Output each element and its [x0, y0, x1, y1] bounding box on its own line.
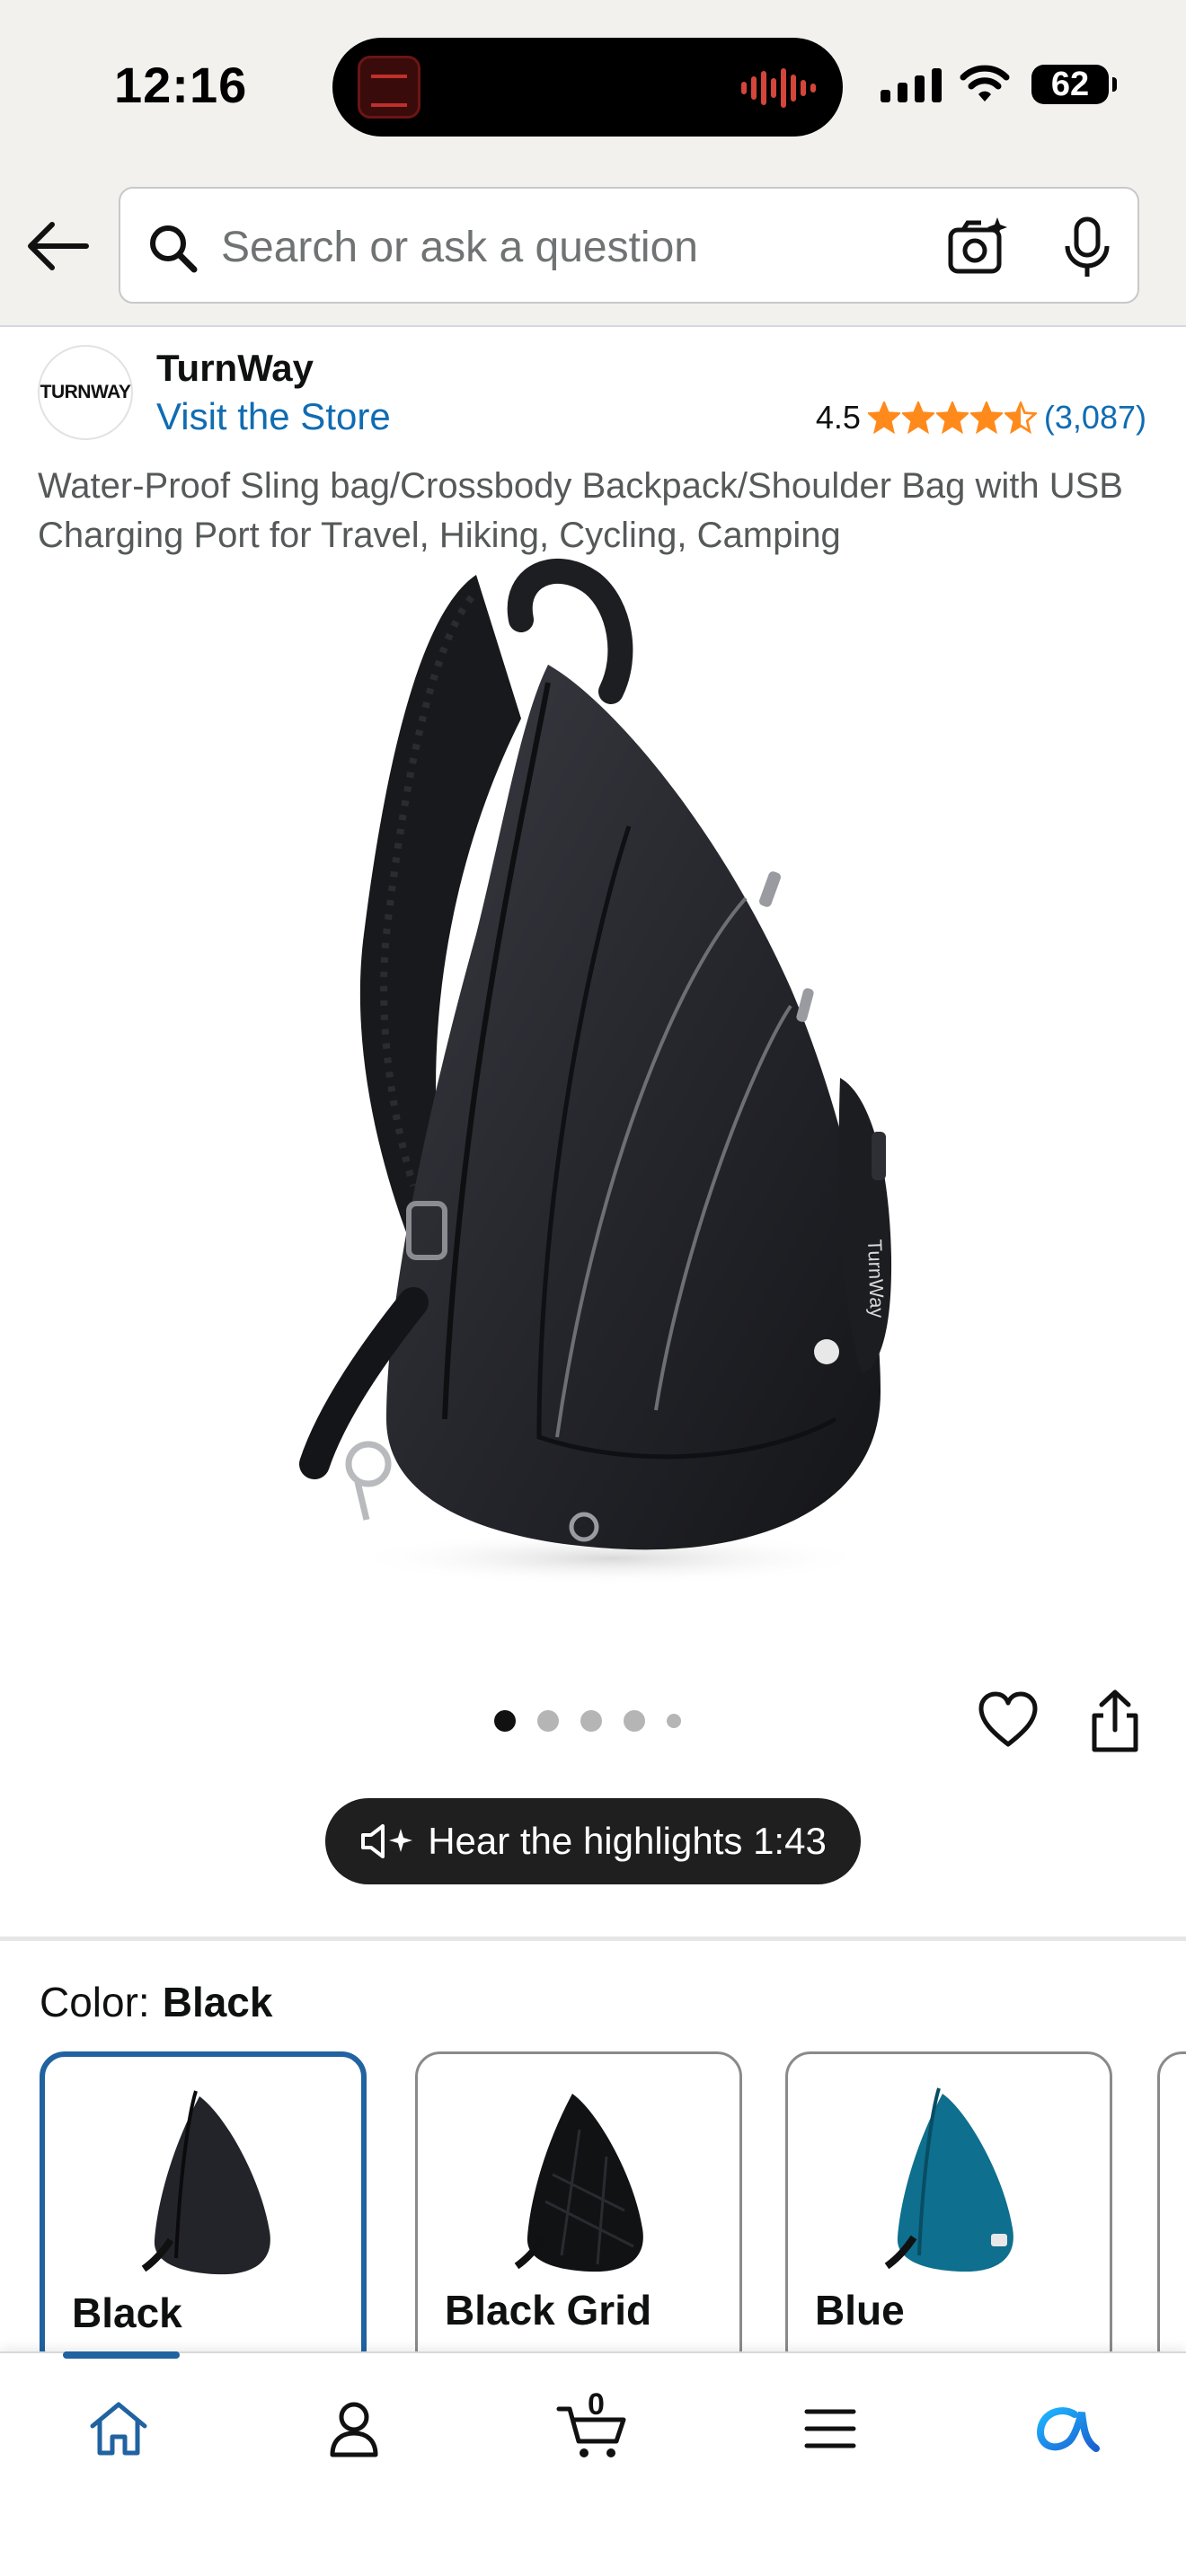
wifi-icon [960, 65, 1010, 101]
color-option-black-grid[interactable]: Black Grid [415, 2051, 742, 2375]
audio-waveform-icon [741, 68, 816, 108]
pager-dot[interactable] [580, 1710, 602, 1732]
hear-highlights-button[interactable]: Hear the highlights 1:43 [325, 1798, 861, 1884]
store-name: TurnWay [156, 347, 314, 389]
color-label-text: Color: [40, 1979, 150, 2025]
now-playing-artwork-icon [358, 56, 420, 119]
camera-search-icon[interactable] [945, 216, 1010, 280]
color-option-name: Blue [815, 2287, 905, 2333]
speaker-sparkle-icon [361, 1824, 413, 1858]
rufus-assistant-icon [1036, 2407, 1100, 2452]
account-icon [330, 2402, 378, 2457]
product-page: 12:16 62 Search or ask a question TURNWA… [0, 0, 1186, 2576]
cellular-signal-icon [881, 66, 942, 102]
pager-dot[interactable] [494, 1710, 516, 1732]
star-icon [969, 401, 1003, 434]
star-icon [901, 401, 934, 434]
product-image[interactable]: TurnWay [252, 557, 934, 1599]
heart-icon[interactable] [978, 1690, 1039, 1751]
share-icon[interactable] [1087, 1689, 1143, 1753]
star-icon [1004, 401, 1037, 434]
search-bar[interactable] [119, 187, 1139, 304]
color-label: Color: Black [40, 1978, 272, 2026]
pager-dot[interactable] [624, 1710, 645, 1732]
search-icon [150, 225, 198, 273]
rating-stars [867, 401, 1037, 434]
home-icon [90, 2402, 147, 2456]
menu-icon [804, 2409, 856, 2448]
rating-value: 4.5 [815, 399, 861, 436]
arrow-left-icon [28, 222, 89, 270]
color-option-black[interactable]: Black [40, 2051, 367, 2375]
pager-dot[interactable] [667, 1714, 681, 1728]
svg-text:TurnWay: TurnWay [863, 1239, 889, 1318]
nav-home[interactable] [63, 2351, 180, 2474]
microphone-icon[interactable] [1060, 216, 1114, 280]
nav-account[interactable] [309, 2384, 399, 2474]
product-title: Water-Proof Sling bag/Crossbody Backpack… [38, 466, 1123, 555]
active-tab-indicator [63, 2351, 180, 2359]
pager-dot[interactable] [537, 1710, 559, 1732]
store-logo[interactable]: TURNWAY [38, 345, 133, 440]
color-thumbnail [514, 2094, 643, 2272]
rating-summary[interactable]: 4.5 (3,087) [816, 399, 1146, 437]
star-icon [867, 401, 900, 434]
battery-icon: 62 [1031, 65, 1117, 104]
color-option-next[interactable] [1157, 2051, 1186, 2375]
nav-menu[interactable] [785, 2384, 875, 2474]
rating-count[interactable]: (3,087) [1044, 399, 1146, 437]
section-divider [0, 1936, 1186, 1941]
nav-rufus[interactable] [1022, 2384, 1112, 2474]
search-input[interactable] [221, 214, 1030, 280]
color-thumbnail [141, 2090, 270, 2275]
star-icon [935, 401, 969, 434]
hear-highlights-label: Hear the highlights 1:43 [428, 1820, 827, 1862]
top-bar: 12:16 62 [0, 0, 1186, 327]
visit-store-link[interactable]: Visit the Store [156, 395, 391, 438]
color-option-name: Black Grid [445, 2287, 652, 2333]
color-thumbnail [884, 2087, 1013, 2272]
color-option-name: Black [72, 2289, 182, 2336]
color-option-blue[interactable]: Blue [785, 2051, 1112, 2375]
selected-color: Black [162, 1979, 273, 2025]
image-pager[interactable] [494, 1710, 681, 1732]
status-time: 12:16 [114, 57, 248, 113]
cart-count: 0 [588, 2387, 605, 2422]
back-button[interactable] [23, 212, 92, 280]
dynamic-island[interactable] [332, 38, 843, 137]
nav-cart[interactable]: 0 [548, 2384, 638, 2474]
bottom-nav: 0 [0, 2351, 1186, 2576]
